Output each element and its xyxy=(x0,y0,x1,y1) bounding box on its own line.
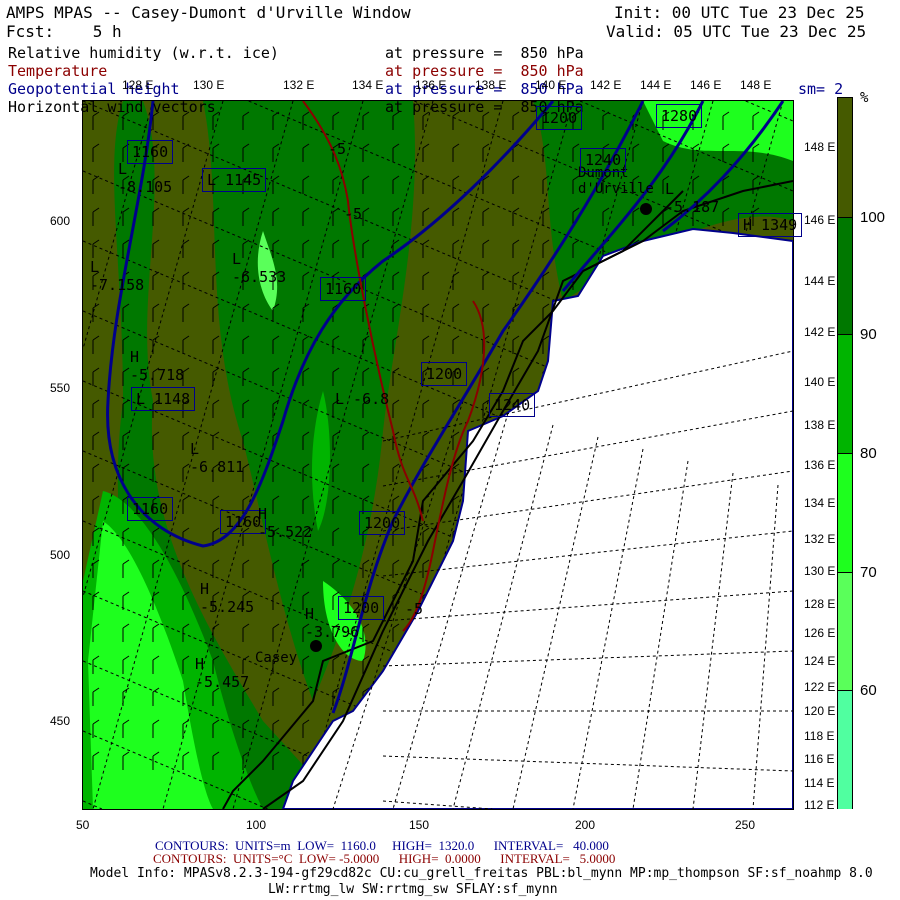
colorbar-segment xyxy=(837,334,853,454)
temperature-label: H -3.796 xyxy=(305,605,360,641)
field-name-rh: Relative humidity (w.r.t. ice) xyxy=(8,44,279,62)
lon-label-top: 140 E xyxy=(535,78,567,92)
lon-label-right: 142 E xyxy=(804,325,836,339)
temperature-label: L -6.811 xyxy=(190,440,245,476)
x-tick-label: 100 xyxy=(246,818,267,832)
temperature-label: L -8.105 xyxy=(118,160,173,196)
temperature-label: -5 xyxy=(344,205,363,223)
height-label: 1200 xyxy=(536,106,583,130)
lon-label-right: 126 E xyxy=(804,626,836,640)
forecast-hour: Fcst: 5 h xyxy=(6,22,122,41)
height-label: 1240 xyxy=(489,393,536,417)
plot-title: AMPS MPAS -- Casey-Dumont d'Urville Wind… xyxy=(6,3,411,22)
field-name-height: Geopotential height xyxy=(8,80,180,98)
lon-label-right: 114 E xyxy=(804,776,835,790)
lon-label-right: 112 E xyxy=(804,798,835,812)
contour-high: HIGH= 0.0000 xyxy=(398,851,481,866)
temperature-label: -5 xyxy=(405,600,424,618)
x-tick-label: 250 xyxy=(735,818,756,832)
height-label: L 1148 xyxy=(131,387,196,411)
contour-low: LOW= -5.0000 xyxy=(298,851,380,866)
colorbar-segment xyxy=(837,217,853,335)
height-label: H 1349 xyxy=(738,213,803,237)
lon-label-top: 132 E xyxy=(283,78,315,92)
lon-label-right: 136 E xyxy=(804,458,836,472)
lon-label-top: 144 E xyxy=(640,78,672,92)
lon-label-top: 142 E xyxy=(590,78,622,92)
init-time: Init: 00 UTC Tue 23 Dec 25 xyxy=(614,3,865,22)
height-label: 1240 xyxy=(580,148,627,172)
contour-interval: INTERVAL= 5.0000 xyxy=(500,851,616,866)
contour-label: CONTOURS: xyxy=(153,851,227,866)
x-tick-label: 50 xyxy=(76,818,90,832)
model-info-physics: LW:rrtmg_lw SW:rrtmg_sw SFLAY:sf_mynn xyxy=(268,882,558,897)
x-tick-label: 200 xyxy=(575,818,596,832)
height-label: 1200 xyxy=(359,511,406,535)
lon-label-top: 128 E xyxy=(122,78,154,92)
colorbar-segment xyxy=(837,453,853,573)
temperature-label: -5 xyxy=(328,140,347,158)
lon-label-top: 134 E xyxy=(352,78,384,92)
lon-label-right: 132 E xyxy=(804,532,836,546)
colorbar-label: 80 xyxy=(860,445,877,462)
lon-label-right: 128 E xyxy=(804,597,836,611)
colorbar-segment xyxy=(837,572,853,691)
lon-label-right: 148 E xyxy=(804,140,836,154)
colorbar-segment xyxy=(837,97,853,218)
lon-label-top: 136 E xyxy=(415,78,447,92)
lon-label-right: 122 E xyxy=(804,680,836,694)
lon-label-right: 118 E xyxy=(804,729,835,743)
lon-label-right: 140 E xyxy=(804,375,836,389)
height-label: L 1145 xyxy=(202,168,267,192)
lon-label-right: 124 E xyxy=(804,654,836,668)
temperature-label: H -5.718 xyxy=(130,348,185,384)
y-tick-label: 600 xyxy=(50,214,71,228)
temperature-label: L -6.8 xyxy=(335,390,390,408)
lon-label-right: 116 E xyxy=(804,752,835,766)
lon-label-top: 138 E xyxy=(475,78,507,92)
temperature-label: L -5.187 xyxy=(665,180,720,216)
height-label: 1280 xyxy=(656,104,703,128)
field-name-wind: Horizontal wind vectors xyxy=(8,98,216,116)
y-tick-label: 450 xyxy=(50,714,71,728)
temperature-label: L -6.533 xyxy=(232,250,287,286)
temperature-label: H -5.457 xyxy=(195,655,250,691)
colorbar-label: 90 xyxy=(860,326,877,343)
lon-label-right: 120 E xyxy=(804,704,836,718)
lon-label-top: 130 E xyxy=(193,78,225,92)
height-label: 1160 xyxy=(320,277,367,301)
height-label: 1160 xyxy=(127,497,174,521)
x-tick-label: 150 xyxy=(409,818,430,832)
lon-label-top: 148 E xyxy=(740,78,772,92)
lon-label-top: 146 E xyxy=(690,78,722,92)
y-tick-label: 550 xyxy=(50,381,71,395)
colorbar-segment xyxy=(837,690,853,809)
temp-contour-info: CONTOURS: UNITS=°C LOW= -5.0000 HIGH= 0.… xyxy=(153,851,615,867)
field-level-rh: at pressure = 850 hPa xyxy=(385,44,584,62)
lon-label-right: 134 E xyxy=(804,496,836,510)
temperature-label: H -5.245 xyxy=(200,580,255,616)
valid-time: Valid: 05 UTC Tue 23 Dec 25 xyxy=(606,22,867,41)
smoothing-label: sm= 2 xyxy=(798,80,844,98)
contour-units: UNITS=°C xyxy=(232,851,293,866)
lon-label-right: 138 E xyxy=(804,418,836,432)
colorbar-label: 60 xyxy=(860,682,877,699)
model-info: Model Info: MPASv8.2.3-194-gf29cd82c CU:… xyxy=(90,866,873,881)
y-tick-label: 500 xyxy=(50,548,71,562)
temperature-label: L -7.158 xyxy=(90,258,145,294)
lon-label-right: 130 E xyxy=(804,564,836,578)
field-level-temp: at pressure = 850 hPa xyxy=(385,62,584,80)
colorbar-unit: % xyxy=(860,90,869,106)
colorbar-label: 70 xyxy=(860,564,877,581)
colorbar-label: 100 xyxy=(860,209,886,226)
field-name-temp: Temperature xyxy=(8,62,108,80)
lon-label-right: 144 E xyxy=(804,274,836,288)
lon-label-right: 146 E xyxy=(804,213,836,227)
temperature-label: H -5.522 xyxy=(258,505,313,541)
height-label: 1200 xyxy=(421,362,468,386)
